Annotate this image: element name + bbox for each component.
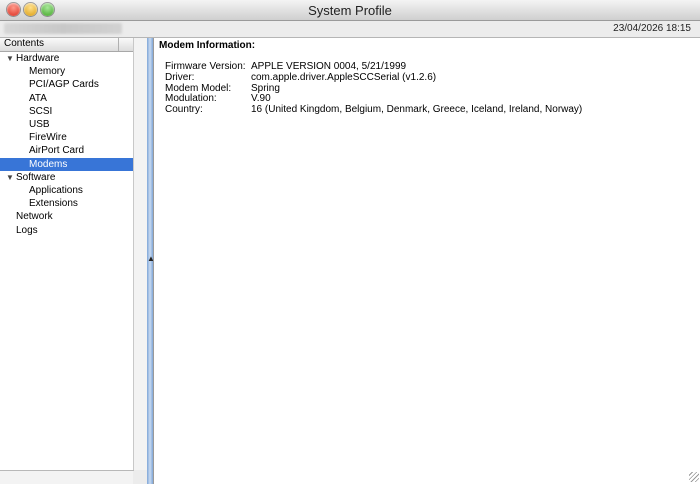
info-row: Modulation: V.90 (165, 93, 695, 104)
info-key: Country: (165, 104, 203, 116)
system-profile-window: System Profile 23/04/2026 18:15 Contents… (0, 0, 700, 484)
sidebar-item-usb[interactable]: USB (0, 118, 133, 131)
sidebar-item-label: Memory (29, 66, 66, 78)
datetime-label: 23/04/2026 18:15 (613, 23, 691, 34)
info-key: Firmware Version: (165, 61, 246, 72)
sidebar-item-label: SCSI (29, 105, 53, 117)
sidebar-item-label: PCI/AGP Cards (29, 79, 99, 91)
info-row: Country: 16 (United Kingdom, Belgium, Den… (165, 104, 695, 115)
sidebar-item-logs[interactable]: Logs (0, 224, 133, 237)
header-column-divider (118, 38, 133, 51)
sidebar-item-software[interactable]: ▼ Software (0, 171, 133, 184)
sidebar-item-firewire[interactable]: FireWire (0, 131, 133, 144)
title-bar[interactable]: System Profile (0, 0, 700, 21)
contents-header-label: Contents (4, 38, 45, 49)
info-key: Modem Model: (165, 82, 232, 94)
sidebar-item-label: AirPort Card (29, 145, 85, 157)
detail-pane: Modem Information: Firmware Version: APPL… (153, 38, 700, 484)
contents-list[interactable]: Contents ▼ Hardware Memory PCI/AGP Cards ATA… (0, 38, 134, 471)
disclosure-triangle-icon[interactable]: ▼ (6, 171, 14, 184)
sidebar-item-label: Network (16, 211, 53, 223)
info-value: APPLE VERSION 0004, 5/21/1999 (251, 61, 407, 72)
contents-column-header[interactable]: Contents (0, 38, 133, 52)
sidebar-item-hardware[interactable]: ▼ Hardware (0, 52, 133, 65)
info-row: Firmware Version: APPLE VERSION 0004, 5/2… (165, 61, 695, 72)
resize-grip-icon[interactable] (689, 472, 699, 482)
redacted-field (4, 23, 122, 34)
sidebar-item-pci-agp-cards[interactable]: PCI/AGP Cards (0, 78, 133, 91)
info-row: Driver: com.apple.driver.AppleSCCSerial (… (165, 72, 695, 83)
sidebar-item-ata[interactable]: ATA (0, 92, 133, 105)
sidebar-item-label: Logs (16, 224, 38, 236)
info-value: com.apple.driver.AppleSCCSerial (v1.2.6) (251, 71, 437, 83)
sidebar-item-network[interactable]: Network (0, 210, 133, 223)
info-value: V.90 (251, 93, 271, 105)
sidebar-vertical-scrollbar[interactable] (133, 38, 147, 470)
sidebar-item-memory[interactable]: Memory (0, 65, 133, 78)
info-value: 16 (United Kingdom, Belgium, Denmark, Gr… (251, 104, 583, 116)
sidebar-item-applications[interactable]: Applications (0, 184, 133, 197)
sidebar-item-label: Extensions (29, 198, 78, 210)
detail-title: Modem Information: (159, 40, 256, 51)
window-title: System Profile (308, 3, 392, 18)
sidebar-item-scsi[interactable]: SCSI (0, 105, 133, 118)
sidebar-item-label: USB (29, 119, 50, 130)
sidebar-item-modems[interactable]: Modems (0, 157, 133, 171)
info-key: Modulation: (165, 93, 217, 105)
info-value: Spring (251, 82, 280, 94)
sidebar-item-label: Hardware (16, 53, 60, 64)
sidebar-item-label: FireWire (29, 132, 67, 144)
toolbar: 23/04/2026 18:15 (0, 21, 700, 38)
sidebar-item-label: Applications (29, 185, 83, 196)
sidebar-item-label: ATA (29, 92, 47, 104)
sidebar-item-airport-card[interactable]: AirPort Card (0, 144, 133, 157)
disclosure-triangle-icon[interactable]: ▼ (6, 52, 14, 65)
sidebar-item-extensions[interactable]: Extensions (0, 197, 133, 210)
info-row: Modem Model: Spring (165, 83, 695, 94)
sidebar-horizontal-scrollbar[interactable] (0, 471, 133, 484)
sidebar-item-label: Software (16, 171, 56, 183)
info-key: Driver: (165, 71, 195, 83)
sidebar-item-label: Modems (29, 158, 68, 170)
sidebar: Contents ▼ Hardware Memory PCI/AGP Cards ATA… (0, 38, 147, 484)
